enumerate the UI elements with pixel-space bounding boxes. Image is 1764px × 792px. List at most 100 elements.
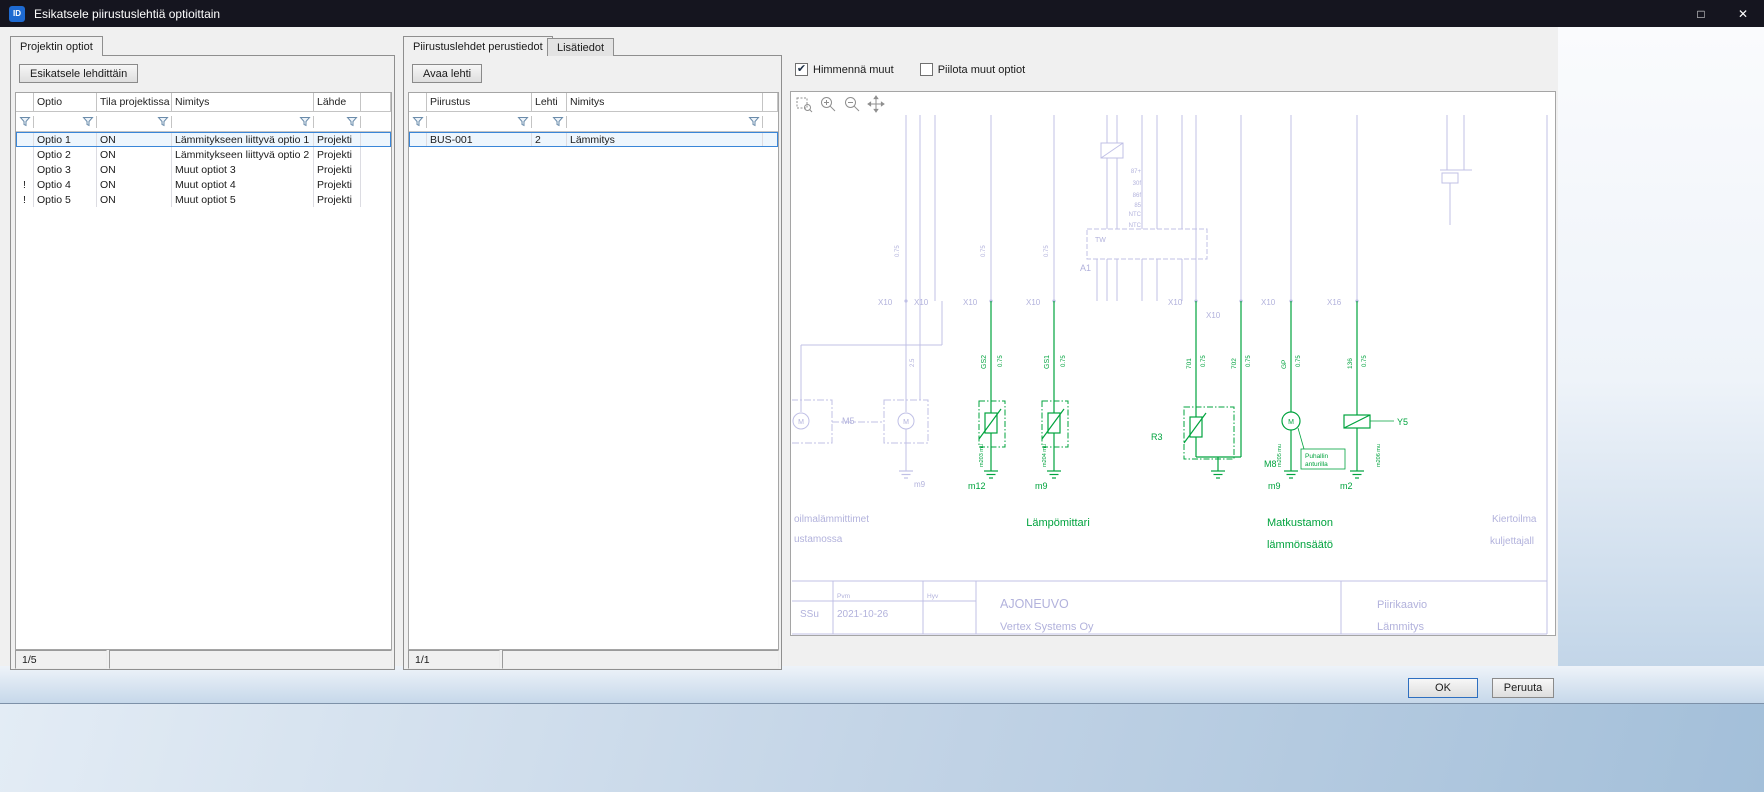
motor-letter: M: [798, 419, 804, 426]
title-block-approved-label: Hyv: [927, 593, 939, 600]
row-marker: [409, 132, 427, 147]
option-row-2[interactable]: Optio 2 ON Lämmitykseen liittyvä optio 2…: [16, 147, 391, 162]
zoom-in-icon[interactable]: [819, 95, 837, 113]
filter-icon[interactable]: [299, 116, 311, 128]
terminal-label: X10: [1168, 298, 1183, 307]
grid-empty-area: [16, 207, 391, 649]
filter-icon[interactable]: [517, 116, 529, 128]
filter-cell: [16, 116, 34, 128]
cell-lahde: Projekti: [314, 132, 361, 147]
option-row-4[interactable]: ! Optio 4 ON Muut optiot 4 Projekti: [16, 177, 391, 192]
ok-button[interactable]: OK: [1408, 678, 1478, 698]
cell-filler: [361, 132, 391, 147]
filter-icon[interactable]: [19, 116, 31, 128]
cell-nimitys: Lämmitys: [567, 132, 763, 147]
filter-icon[interactable]: [346, 116, 358, 128]
sheets-grid-header: Piirustus Lehti Nimitys: [409, 93, 778, 112]
svg-text:85: 85: [1134, 203, 1141, 209]
filter-icon[interactable]: [552, 116, 564, 128]
filter-icon[interactable]: [412, 116, 424, 128]
filter-cell: [172, 116, 314, 128]
column-header-marker[interactable]: [16, 93, 34, 111]
column-header-lahde[interactable]: Lähde: [314, 93, 361, 111]
maximize-button[interactable]: □: [1680, 0, 1722, 27]
zoom-window-icon[interactable]: [795, 95, 813, 113]
svg-text:136: 136: [1347, 358, 1354, 369]
option-row-3[interactable]: Optio 3 ON Muut optiot 3 Projekti: [16, 162, 391, 177]
svg-text:0.75: 0.75: [1061, 355, 1067, 367]
column-header-piirustus[interactable]: Piirustus: [427, 93, 532, 111]
svg-text:m9: m9: [1268, 481, 1281, 491]
filter-cell: [409, 116, 427, 128]
svg-text:NTC: NTC: [1129, 212, 1142, 218]
terminal-label: X10: [1026, 298, 1041, 307]
column-header-nimitys[interactable]: Nimitys: [567, 93, 763, 111]
column-header-filler: [361, 93, 391, 111]
terminal-label: X10: [1206, 311, 1221, 320]
options-filter-row: [16, 112, 391, 132]
filter-icon[interactable]: [157, 116, 169, 128]
filter-icon[interactable]: [82, 116, 94, 128]
zoom-out-icon[interactable]: [843, 95, 861, 113]
options-status-bar: 1/5: [15, 650, 392, 669]
schematic-drawing[interactable]: 87+ 30f 86f 85 NTC NTC TW A1 X10 X10 X10…: [792, 115, 1554, 635]
sheets-status-bar: 1/1: [408, 650, 779, 669]
column-header-tila[interactable]: Tila projektissa: [97, 93, 172, 111]
filter-icon[interactable]: [748, 116, 760, 128]
cell-filler: [361, 147, 391, 162]
svg-text:m12: m12: [968, 481, 986, 491]
options-grid: Optio Tila projektissa Nimitys Lähde Opt…: [15, 92, 392, 650]
svg-text:TW: TW: [1095, 237, 1106, 244]
dimmed-caption: kuljettajall: [1490, 536, 1534, 547]
grid-empty-area: [409, 147, 778, 649]
row-marker: [16, 132, 34, 147]
record-count: 1/1: [408, 650, 500, 669]
tab-lisatiedot[interactable]: Lisätiedot: [547, 38, 614, 56]
cell-optio: Optio 1: [34, 132, 97, 147]
title-block-company: Vertex Systems Oy: [1000, 621, 1094, 633]
cell-nimitys: Lämmitykseen liittyvä optio 2: [172, 147, 314, 162]
cancel-button[interactable]: Peruuta: [1492, 678, 1554, 698]
cell-tila: ON: [97, 177, 172, 192]
column-header-marker[interactable]: [409, 93, 427, 111]
cell-tila: ON: [97, 192, 172, 207]
option-row-5[interactable]: ! Optio 5 ON Muut optiot 5 Projekti: [16, 192, 391, 207]
cell-filler: [763, 132, 778, 147]
preview-toolbar: [795, 95, 885, 113]
option-row-1[interactable]: Optio 1 ON Lämmitykseen liittyvä optio 1…: [16, 132, 391, 147]
close-button[interactable]: ✕: [1722, 0, 1764, 27]
cell-lahde: Projekti: [314, 162, 361, 177]
column-header-lehti[interactable]: Lehti: [532, 93, 567, 111]
cell-optio: Optio 5: [34, 192, 97, 207]
hide-others-checkbox[interactable]: Piilota muut optiot: [920, 63, 1025, 76]
preview-options-row: ✔ Himmennä muut Piilota muut optiot: [795, 63, 1025, 76]
tab-piirustuslehdet-perustiedot[interactable]: Piirustuslehdet perustiedot: [403, 36, 553, 56]
options-grid-header: Optio Tila projektissa Nimitys Lähde: [16, 93, 391, 112]
svg-text:30f: 30f: [1133, 181, 1142, 187]
preview-by-sheet-button[interactable]: Esikatsele lehdittäin: [19, 64, 138, 83]
dim-others-checkbox[interactable]: ✔ Himmennä muut: [795, 63, 894, 76]
svg-text:GP: GP: [1281, 360, 1288, 369]
sheet-row-1[interactable]: BUS-001 2 Lämmitys: [409, 132, 778, 147]
highlighted-circuit-labels: GS2 0.75 m203 mu m12 GS1 0.75 m204 mu m9…: [968, 355, 1408, 551]
title-block-doc-type: Piirikaavio: [1377, 599, 1427, 611]
dimmed-caption: oilmalämmittimet: [794, 514, 869, 525]
title-block-date: 2021-10-26: [837, 609, 889, 620]
row-marker: !: [16, 177, 34, 192]
pan-icon[interactable]: [867, 95, 885, 113]
cell-lahde: Projekti: [314, 192, 361, 207]
status-filler: [502, 650, 779, 669]
motor-letter: M: [1288, 419, 1294, 426]
title-block-doc-name: Lämmitys: [1377, 621, 1425, 633]
title-block: SSu Pvm 2021-10-26 Hyv AJONEUVO Vertex S…: [800, 593, 1427, 633]
cell-lahde: Projekti: [314, 177, 361, 192]
ground-symbol: [1211, 471, 1225, 478]
terminal-label: X10: [1261, 298, 1276, 307]
svg-text:86f: 86f: [1133, 193, 1142, 199]
open-sheet-button[interactable]: Avaa lehti: [412, 64, 482, 83]
svg-text:NTC: NTC: [1129, 223, 1142, 229]
column-header-nimitys[interactable]: Nimitys: [172, 93, 314, 111]
tab-projektin-optiot[interactable]: Projektin optiot: [10, 36, 103, 56]
dim-others-label: Himmennä muut: [813, 64, 894, 76]
column-header-optio[interactable]: Optio: [34, 93, 97, 111]
